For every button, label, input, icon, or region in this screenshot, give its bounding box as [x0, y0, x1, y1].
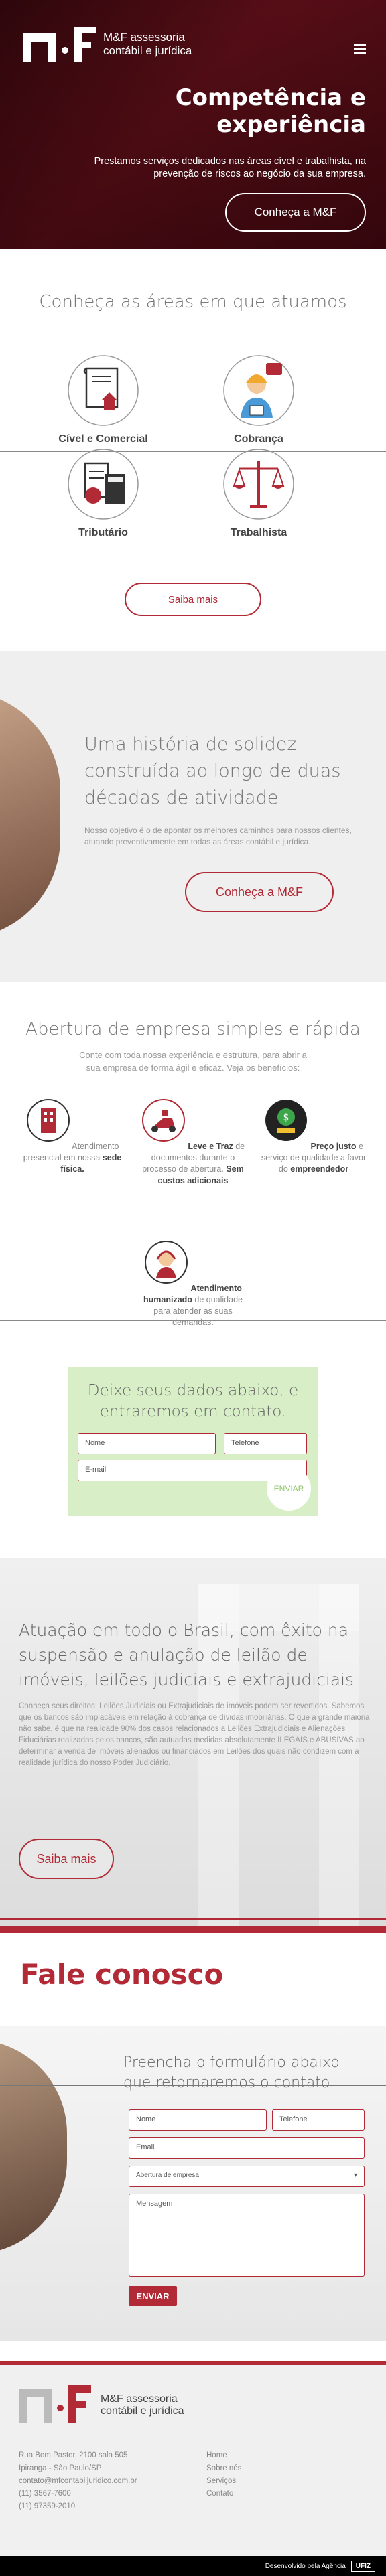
brand-line1: M&F assessoria	[101, 2393, 178, 2405]
history-text: Nosso objetivo é o de apontar os melhore…	[84, 826, 352, 846]
feature-bold: empreendedor	[290, 1164, 349, 1174]
footer-link-home[interactable]: Home	[206, 2449, 241, 2462]
area-tributario[interactable]: Tributário	[43, 447, 164, 539]
hero-cta-button[interactable]: Conheça a M&F	[225, 193, 366, 232]
address-line: Rua Bom Pastor, 2100 sala 505	[19, 2451, 128, 2459]
menu-icon[interactable]	[354, 44, 366, 54]
red-band	[0, 1926, 386, 1933]
footer-menu: Home Sobre nós Serviços Contato	[206, 2449, 241, 2500]
feature-bold: Leve e Traz	[188, 1142, 233, 1151]
footer-link-about[interactable]: Sobre nós	[206, 2462, 241, 2475]
headset-agent-icon	[145, 1241, 188, 1284]
svg-text:$: $	[283, 1112, 290, 1123]
history-section: Uma história de solidez construída ao lo…	[0, 651, 386, 982]
areas-title: Conheça as áreas em que atuamos	[39, 292, 347, 312]
divider	[0, 1320, 386, 1321]
area-label: Trabalhista	[230, 527, 287, 538]
footer-logo[interactable]: M&F assessoria contábil e jurídica	[19, 2385, 184, 2425]
message-field[interactable]: Mensagem	[129, 2194, 365, 2277]
lead-form-title: Deixe seus dados abaixo, e entraremos em…	[87, 1382, 299, 1420]
feature-item: $ Preço justo e serviço de qualidade a f…	[260, 1098, 367, 1175]
auction-section: Atuação em todo o Brasil, com êxito na s…	[0, 1558, 386, 1933]
auction-more-button[interactable]: Saiba mais	[19, 1839, 114, 1879]
scales-icon	[223, 449, 294, 520]
opening-desc: Conte com toda nossa experiência e estru…	[79, 1050, 307, 1073]
area-label: Cobrança	[234, 433, 283, 445]
areas-more-button[interactable]: Saiba mais	[125, 583, 261, 616]
hero-subtitle: Prestamos serviços dedicados nas áreas c…	[94, 156, 366, 179]
opening-section: Abertura de empresa simples e rápida Con…	[0, 982, 386, 1558]
history-photo	[0, 691, 60, 939]
agency-link[interactable]: UFIZ	[350, 2560, 375, 2572]
address-line: Ipiranga - São Paulo/SP	[19, 2464, 102, 2472]
credit-text: Desenvolvido pela Agência	[265, 2562, 346, 2570]
name-field[interactable]: Nome	[78, 1433, 216, 1454]
contact-form-title: Preencha o formulário abaixo que retorna…	[123, 2054, 340, 2091]
footer-logo-text: M&F assessoria contábil e jurídica	[101, 2393, 184, 2417]
brand-line1: M&F assessoria	[103, 31, 185, 44]
lead-form: Deixe seus dados abaixo, e entraremos em…	[68, 1367, 318, 1516]
auction-text: Conheça seus direitos: Leilões Judiciais…	[19, 1702, 370, 1767]
area-cobranca[interactable]: Cobrança	[198, 354, 319, 445]
logo-mark	[23, 27, 96, 62]
feature-item: Atendimento presencial em nossa sede fís…	[19, 1098, 126, 1175]
service-select-value: Abertura de empresa	[136, 2172, 199, 2179]
history-title: Uma história de solidez construída ao lo…	[84, 734, 341, 808]
area-trabalhista[interactable]: Trabalhista	[198, 447, 319, 539]
area-label: Cível e Comercial	[58, 433, 148, 445]
contact-name-field[interactable]: Nome	[129, 2109, 267, 2131]
contact-phone-field[interactable]: Telefone	[272, 2109, 365, 2131]
scooter-icon	[141, 1099, 185, 1142]
phone-link[interactable]: (11) 97359-2010	[19, 2500, 137, 2513]
brand-line2: contábil e jurídica	[101, 2405, 184, 2417]
feature-bold: Preço justo	[310, 1142, 357, 1151]
money-icon: $	[265, 1100, 307, 1141]
support-agent-icon	[223, 355, 294, 426]
document-house-icon	[68, 355, 139, 426]
feature-item: Leve e Traz de documentos durante o proc…	[139, 1098, 247, 1187]
areas-section: Conheça as áreas em que atuamos Cível e …	[0, 249, 386, 651]
footer-link-services[interactable]: Serviços	[206, 2475, 241, 2488]
hero-title: Competência e experiência	[175, 84, 366, 138]
contact-title: Fale conosco	[20, 1958, 224, 1991]
footer-top-line	[0, 2361, 386, 2365]
opening-title: Abertura de empresa simples e rápida	[25, 1019, 361, 1039]
footer-link-contact[interactable]: Contato	[206, 2488, 241, 2500]
logo-text: M&F assessoria contábil e jurídica	[103, 31, 192, 58]
building-icon	[26, 1099, 70, 1142]
logo-mark	[19, 2385, 91, 2423]
history-cta-button[interactable]: Conheça a M&F	[185, 872, 334, 912]
area-civel[interactable]: Cível e Comercial	[43, 354, 164, 445]
phone-field[interactable]: Telefone	[224, 1433, 307, 1454]
footer: M&F assessoria contábil e jurídica Rua B…	[0, 2361, 386, 2576]
brand-line2: contábil e jurídica	[103, 44, 192, 57]
contact-section: Fale conosco Preencha o formulário abaix…	[0, 1933, 386, 2361]
phone-link[interactable]: (11) 3567-7600	[19, 2488, 137, 2500]
calculator-icon	[68, 449, 139, 520]
service-select[interactable]: Abertura de empresa ▾	[129, 2166, 365, 2187]
feature-item: Atendimento humanizado de qualidade para…	[139, 1240, 247, 1329]
contact-submit-button[interactable]: ENVIAR	[129, 2286, 177, 2306]
contact-email-field[interactable]: Email	[129, 2137, 365, 2159]
chevron-down-icon: ▾	[353, 2172, 357, 2179]
email-link[interactable]: contato@mfcontabiljuridico.com.br	[19, 2475, 137, 2488]
logo[interactable]: M&F assessoria contábil e jurídica	[23, 27, 192, 62]
credit-bar: Desenvolvido pela Agência UFIZ	[0, 2556, 386, 2576]
area-label: Tributário	[78, 527, 128, 538]
hero-section: M&F assessoria contábil e jurídica Compe…	[0, 0, 386, 249]
lead-submit-button[interactable]: ENVIAR	[267, 1466, 311, 1511]
divider	[0, 2085, 386, 2086]
footer-address: Rua Bom Pastor, 2100 sala 505 Ipiranga -…	[19, 2449, 137, 2513]
divider	[0, 1918, 386, 1920]
auction-title: Atuação em todo o Brasil, com êxito na s…	[19, 1620, 355, 1689]
